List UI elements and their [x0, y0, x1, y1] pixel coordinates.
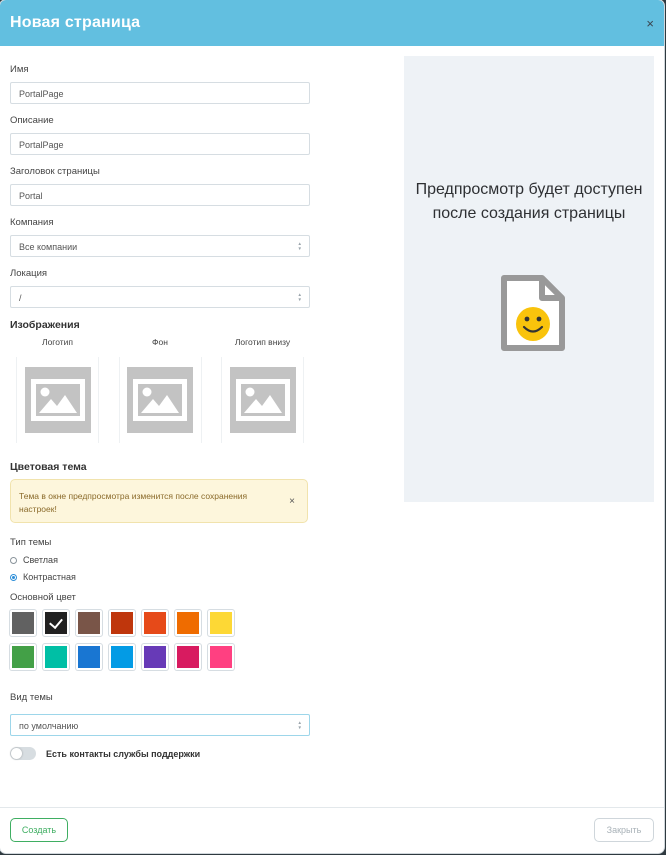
color-swatch[interactable]: [109, 610, 135, 636]
theme-view-label: Вид темы: [10, 692, 53, 703]
toggle-knob: [11, 748, 22, 759]
description-label: Описание: [10, 115, 54, 126]
color-swatch[interactable]: [43, 644, 69, 670]
page-title-label: Заголовок страницы: [10, 166, 100, 177]
close-button[interactable]: Закрыть: [594, 818, 654, 842]
footer-logo-image-slot: Логотип внизу: [215, 337, 310, 443]
preview-message: Предпросмотр будет доступен после создан…: [415, 181, 643, 222]
name-field[interactable]: PortalPage: [10, 82, 310, 104]
background-image-upload[interactable]: [118, 357, 202, 443]
theme-option-contrast-label: Контрастная: [23, 572, 76, 582]
footer-logo-image-label: Логотип внизу: [234, 337, 291, 347]
color-swatch[interactable]: [142, 644, 168, 670]
images-title: Изображения: [10, 319, 80, 331]
theme-option-light-label: Светлая: [23, 555, 58, 565]
primary-color-label: Основной цвет: [10, 592, 76, 603]
color-swatch[interactable]: [76, 644, 102, 670]
images-row: Логотип Фон Логотип внизу: [10, 337, 310, 443]
theme-option-contrast[interactable]: Контрастная: [10, 572, 310, 582]
color-swatch[interactable]: [208, 610, 234, 636]
background-image-slot: Фон: [113, 337, 208, 443]
image-placeholder-icon: [24, 367, 91, 433]
preview-panel: Предпросмотр будет доступен после создан…: [404, 56, 654, 502]
theme-alert-text: Тема в окне предпросмотра изменится посл…: [19, 491, 248, 514]
color-swatch[interactable]: [109, 644, 135, 670]
color-swatch[interactable]: [142, 610, 168, 636]
theme-option-light[interactable]: Светлая: [10, 555, 310, 565]
color-swatch[interactable]: [175, 610, 201, 636]
logo-image-label: Логотип: [41, 337, 73, 347]
background-image-label: Фон: [152, 337, 168, 347]
dialog-footer: Создать Закрыть: [0, 807, 664, 853]
theme-alert: Тема в окне предпросмотра изменится посл…: [10, 479, 308, 523]
color-swatch[interactable]: [208, 644, 234, 670]
dialog-header: Новая страница ×: [0, 0, 664, 46]
close-icon[interactable]: ×: [646, 16, 654, 31]
color-swatch[interactable]: [175, 644, 201, 670]
settings-form: Имя PortalPage Описание PortalPage Загол…: [10, 64, 310, 760]
logo-image-upload[interactable]: [16, 357, 99, 443]
image-placeholder-icon: [229, 367, 296, 433]
color-swatch[interactable]: [43, 610, 69, 636]
color-swatch[interactable]: [10, 644, 36, 670]
color-swatches: [10, 610, 310, 670]
color-swatch[interactable]: [10, 610, 36, 636]
color-swatch[interactable]: [76, 610, 102, 636]
create-button[interactable]: Создать: [10, 818, 68, 842]
radio-light[interactable]: [10, 556, 17, 564]
company-select[interactable]: Все компании: [10, 235, 310, 257]
new-page-dialog: Новая страница × Имя PortalPage Описание…: [0, 0, 664, 853]
description-field[interactable]: PortalPage: [10, 133, 310, 155]
checkmark-icon: [49, 614, 63, 630]
color-theme-title: Цветовая тема: [10, 461, 87, 473]
support-contacts-row: Есть контакты службы поддержки: [10, 747, 310, 760]
logo-image-slot: Логотип: [10, 337, 105, 443]
page-title-field[interactable]: Portal: [10, 184, 310, 206]
location-label: Локация: [10, 268, 48, 279]
theme-view-select[interactable]: по умолчанию: [10, 714, 310, 736]
radio-contrast[interactable]: [10, 573, 17, 581]
smiley-document-icon: [501, 275, 565, 351]
support-contacts-label: Есть контакты службы поддержки: [46, 748, 201, 759]
support-contacts-toggle[interactable]: [10, 747, 36, 760]
dialog-body: Имя PortalPage Описание PortalPage Загол…: [0, 46, 664, 808]
company-label: Компания: [10, 217, 54, 228]
name-label: Имя: [10, 64, 29, 75]
dialog-title: Новая страница: [10, 14, 141, 31]
image-placeholder-icon: [127, 367, 193, 433]
footer-logo-image-upload[interactable]: [221, 357, 304, 443]
location-select[interactable]: /: [10, 286, 310, 308]
alert-close-icon[interactable]: ×: [289, 495, 295, 508]
theme-type-label: Тип темы: [10, 537, 52, 548]
